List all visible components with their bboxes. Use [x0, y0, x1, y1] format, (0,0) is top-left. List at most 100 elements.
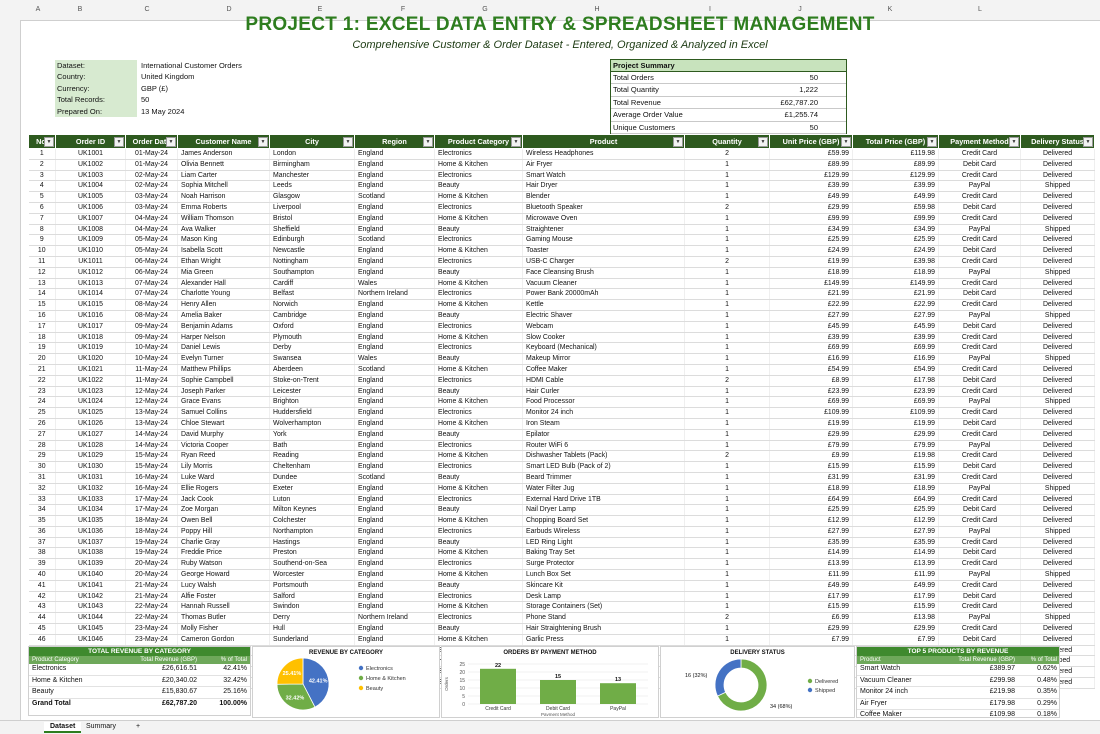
table-cell[interactable]: 25 — [28, 407, 56, 419]
table-cell[interactable]: Shipped — [1020, 483, 1095, 495]
table-cell[interactable]: 42 — [28, 591, 56, 603]
table-cell[interactable]: UK1032 — [55, 483, 126, 495]
column-header[interactable]: City ▼ — [269, 134, 355, 149]
table-cell[interactable]: Coffee Maker — [522, 364, 685, 376]
table-cell[interactable]: Shipped — [1020, 569, 1095, 581]
table-cell[interactable]: 09-May-24 — [125, 332, 178, 344]
add-sheet-button[interactable]: + — [130, 722, 146, 731]
table-cell[interactable]: UK1025 — [55, 407, 126, 419]
table-cell[interactable]: England — [354, 321, 435, 333]
table-cell[interactable]: Delivered — [1020, 288, 1095, 301]
table-cell[interactable]: £69.99 — [852, 396, 939, 409]
table-cell[interactable]: Home & Kitchen — [434, 278, 523, 290]
table-cell[interactable]: 23-May-24 — [125, 634, 178, 646]
sheet-tab-summary[interactable]: Summary — [80, 722, 122, 731]
table-cell[interactable]: Amelia Baker — [177, 310, 270, 322]
table-cell[interactable]: 16 — [28, 310, 56, 322]
table-cell[interactable]: 1 — [684, 267, 770, 279]
table-cell[interactable]: Benjamin Adams — [177, 321, 270, 333]
table-cell[interactable]: George Howard — [177, 569, 270, 581]
column-letter[interactable]: F — [401, 6, 405, 13]
table-cell[interactable]: Delivered — [1020, 278, 1095, 290]
table-cell[interactable]: 08-May-24 — [125, 299, 178, 311]
column-header[interactable]: Order Date ▼ — [125, 134, 178, 149]
table-row[interactable]: 19 UK1019 10-May-24 Daniel Lewis Derby Englan… — [28, 342, 1095, 355]
table-cell[interactable]: 05-May-24 — [125, 245, 178, 257]
column-letter[interactable]: E — [318, 6, 323, 13]
table-cell[interactable]: UK1006 — [55, 202, 126, 214]
table-cell[interactable]: 1 — [684, 321, 770, 333]
table-cell[interactable]: 1 — [684, 407, 770, 419]
table-cell[interactable]: Toaster — [522, 245, 685, 257]
table-cell[interactable]: Edinburgh — [269, 234, 355, 247]
table-row[interactable]: 4 UK1004 02-May-24 Sophia Mitchell Leeds Engl… — [28, 180, 1095, 193]
table-cell[interactable]: 1 — [684, 634, 770, 646]
table-cell[interactable]: England — [354, 580, 435, 592]
table-cell[interactable]: Home & Kitchen — [434, 364, 523, 376]
table-cell[interactable]: UK1011 — [55, 256, 126, 268]
table-cell[interactable]: England — [354, 591, 435, 603]
table-cell[interactable]: 44 — [28, 612, 56, 625]
table-cell[interactable]: Beauty — [434, 267, 523, 279]
table-cell[interactable]: 1 — [684, 440, 770, 452]
table-cell[interactable]: Colchester — [269, 515, 355, 527]
table-cell[interactable]: £35.99 — [852, 537, 939, 549]
table-cell[interactable]: £29.99 — [769, 429, 853, 441]
table-cell[interactable]: Smart Watch — [522, 170, 685, 182]
column-letter[interactable]: I — [709, 6, 711, 13]
table-cell[interactable]: 2 — [684, 202, 770, 214]
table-cell[interactable]: £13.99 — [852, 558, 939, 571]
table-cell[interactable]: Ryan Reed — [177, 450, 270, 463]
table-cell[interactable]: 1 — [684, 310, 770, 322]
table-cell[interactable]: Chopping Board Set — [522, 515, 685, 527]
table-cell[interactable]: 1 — [684, 591, 770, 603]
table-cell[interactable]: 09-May-24 — [125, 321, 178, 333]
column-header[interactable]: Quantity ▼ — [684, 134, 770, 149]
column-header[interactable]: Customer Name ▼ — [177, 134, 270, 149]
table-cell[interactable]: 01-May-24 — [125, 159, 178, 171]
table-cell[interactable]: UK1045 — [55, 623, 126, 635]
table-cell[interactable]: 38 — [28, 547, 56, 560]
table-cell[interactable]: Delivered — [1020, 407, 1095, 419]
table-cell[interactable]: Electronics — [434, 494, 523, 506]
table-cell[interactable]: Debit Card — [938, 202, 1021, 214]
table-cell[interactable]: 1 — [684, 418, 770, 430]
table-cell[interactable]: Aberdeen — [269, 364, 355, 376]
table-cell[interactable]: Delivered — [1020, 342, 1095, 355]
table-cell[interactable]: Charlotte Young — [177, 288, 270, 301]
table-cell[interactable]: Liverpool — [269, 202, 355, 214]
table-cell[interactable]: Debit Card — [938, 159, 1021, 171]
table-cell[interactable]: Birmingham — [269, 159, 355, 171]
column-letter[interactable]: B — [78, 6, 83, 13]
table-cell[interactable]: 1 — [684, 234, 770, 247]
table-cell[interactable]: Electronics — [434, 375, 523, 387]
table-cell[interactable]: Liam Carter — [177, 170, 270, 182]
table-cell[interactable]: Electronics — [434, 148, 523, 160]
table-cell[interactable]: Exeter — [269, 483, 355, 495]
table-cell[interactable]: 01-May-24 — [125, 148, 178, 160]
table-cell[interactable]: 10-May-24 — [125, 342, 178, 355]
table-cell[interactable]: Shipped — [1020, 224, 1095, 236]
table-cell[interactable]: 8 — [28, 224, 56, 236]
table-cell[interactable]: Preston — [269, 547, 355, 560]
table-cell[interactable]: 30 — [28, 461, 56, 473]
table-cell[interactable]: Owen Bell — [177, 515, 270, 527]
table-cell[interactable]: £12.99 — [769, 515, 853, 527]
table-cell[interactable]: Keyboard (Mechanical) — [522, 342, 685, 355]
filter-dropdown-icon[interactable]: ▼ — [927, 137, 937, 147]
table-cell[interactable]: 13 — [28, 278, 56, 290]
table-cell[interactable]: £14.99 — [769, 547, 853, 560]
table-cell[interactable]: £39.99 — [769, 332, 853, 344]
table-cell[interactable]: 11-May-24 — [125, 364, 178, 376]
table-cell[interactable]: £35.99 — [769, 537, 853, 549]
table-cell[interactable]: Credit Card — [938, 623, 1021, 635]
table-cell[interactable]: Delivered — [1020, 601, 1095, 614]
table-cell[interactable]: Credit Card — [938, 472, 1021, 484]
table-cell[interactable]: Isabella Scott — [177, 245, 270, 257]
table-cell[interactable]: UK1017 — [55, 321, 126, 333]
sheet-tab-dataset[interactable]: Dataset — [44, 722, 82, 733]
table-cell[interactable]: 41 — [28, 580, 56, 592]
table-cell[interactable]: Scotland — [354, 472, 435, 484]
table-cell[interactable]: 1 — [684, 159, 770, 171]
table-cell[interactable]: £24.99 — [852, 245, 939, 257]
